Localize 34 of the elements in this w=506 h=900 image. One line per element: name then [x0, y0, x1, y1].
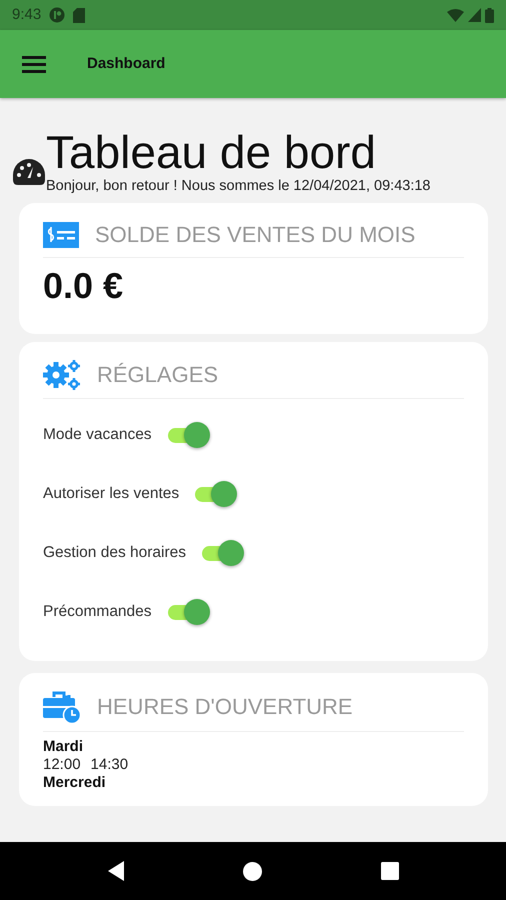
- opening-time: 12:00: [43, 756, 81, 774]
- sd-card-icon: [73, 8, 86, 22]
- page-title: Tableau de bord: [46, 126, 377, 178]
- toggle-switch[interactable]: [200, 538, 246, 566]
- sales-amount: 0.0 €: [43, 264, 124, 308]
- back-icon[interactable]: [108, 861, 124, 881]
- wifi-icon: [447, 8, 464, 22]
- card-title: RÉGLAGES: [97, 361, 218, 389]
- battery-icon: [485, 8, 494, 22]
- setting-label: Autoriser les ventes: [43, 484, 180, 504]
- gauge-icon: [12, 158, 46, 186]
- gears-icon: [43, 360, 81, 390]
- briefcase-clock-icon: [43, 691, 81, 723]
- money-bill-icon: [43, 222, 79, 248]
- setting-label: Gestion des horaires: [43, 542, 186, 563]
- setting-label: Mode vacances: [43, 424, 152, 445]
- card-title: HEURES D'OUVERTURE: [97, 693, 353, 721]
- app-notification-icon: [49, 7, 66, 23]
- toggle-switch[interactable]: [166, 598, 212, 626]
- day-name: Mercredi: [43, 774, 107, 792]
- menu-button[interactable]: [22, 55, 46, 73]
- signal-icon: [468, 8, 481, 22]
- app-bar-title: Dashboard: [87, 54, 166, 74]
- toggle-switch[interactable]: [193, 480, 240, 508]
- day-name: Mardi: [43, 738, 84, 756]
- status-time: 9:43: [12, 4, 42, 25]
- card-title: SOLDE DES VENTES DU MOIS: [95, 221, 416, 249]
- recents-icon[interactable]: [380, 862, 398, 880]
- opening-time: 14:30: [90, 756, 128, 774]
- welcome-text: Bonjour, bon retour ! Nous sommes le 12/04/2021, 09:43:18: [46, 178, 430, 195]
- setting-label: Précommandes: [43, 602, 152, 622]
- home-icon[interactable]: [242, 862, 262, 880]
- toggle-switch[interactable]: [166, 420, 212, 448]
- menu-icon: [22, 55, 46, 73]
